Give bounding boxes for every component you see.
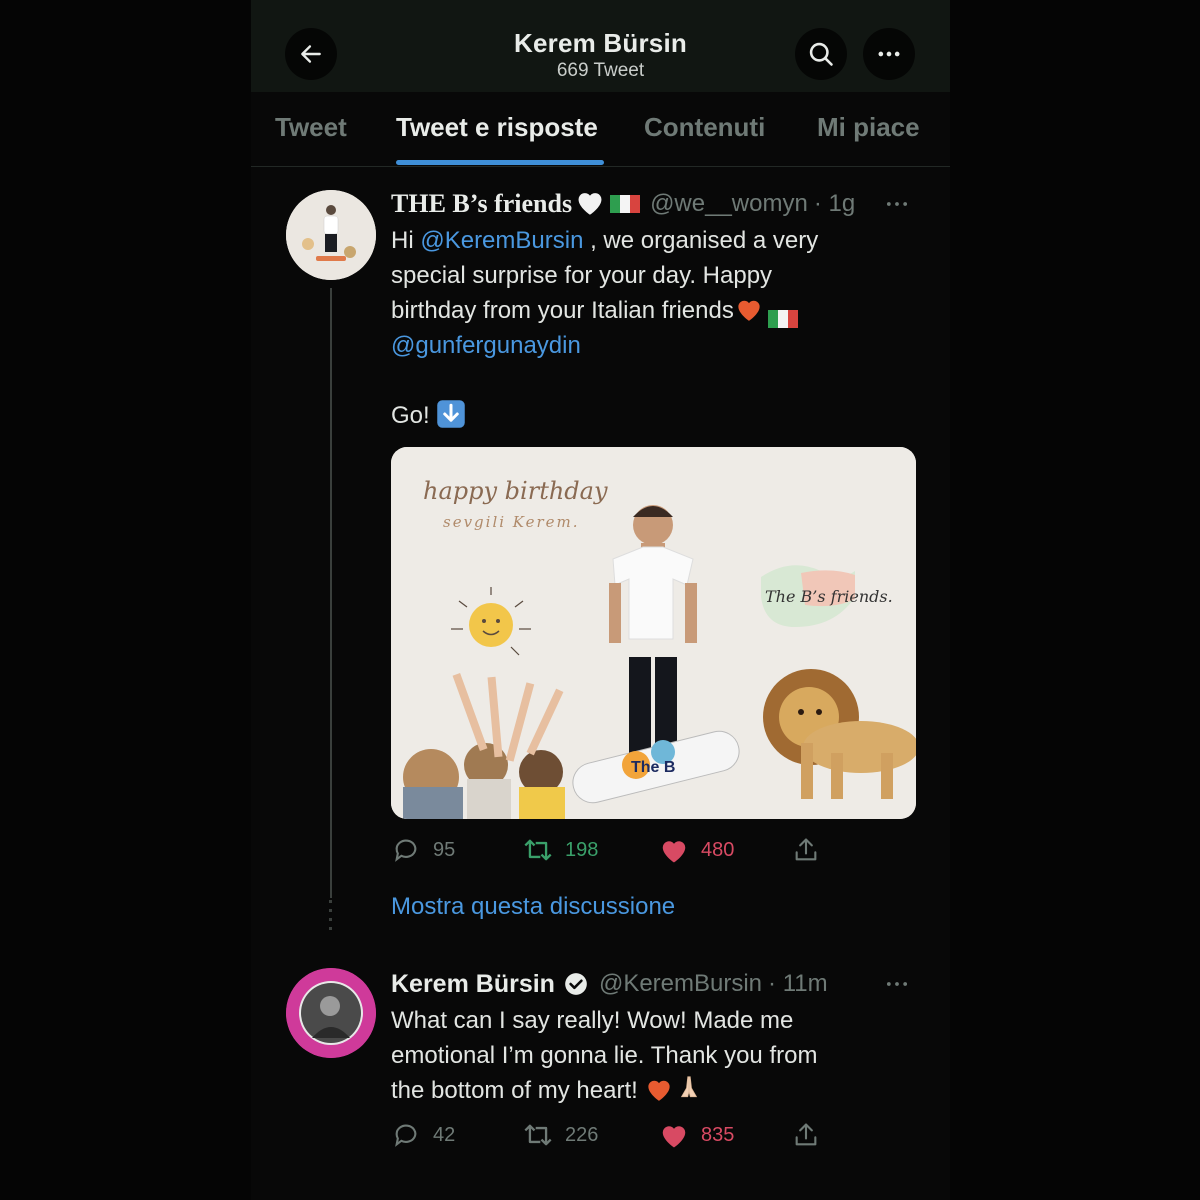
divider — [251, 166, 950, 167]
retweet-icon — [523, 1120, 553, 1150]
avatar-image — [286, 968, 376, 1058]
share-button[interactable] — [791, 1117, 833, 1153]
like-button[interactable]: 480 — [659, 832, 734, 868]
author-handle[interactable]: @we__womyn — [650, 190, 808, 218]
image-title-line2: sevgili Kerem. — [443, 513, 580, 531]
share-button[interactable] — [791, 832, 833, 868]
reply-button[interactable]: 95 — [391, 832, 455, 868]
tweet-text: Hi @KeremBursin , we organised a very sp… — [391, 227, 819, 429]
italy-flag-icon — [610, 195, 641, 213]
tweet-image[interactable]: The B happy birthday sevgili Kerem. The … — [391, 447, 916, 819]
active-tab-indicator — [396, 160, 604, 165]
heart-icon — [659, 1120, 689, 1150]
image-title-line1: happy birthday — [423, 477, 608, 505]
share-icon — [791, 835, 821, 865]
tweet-more-button[interactable] — [883, 190, 911, 223]
profile-header: Kerem Bürsin 669 Tweet — [251, 0, 950, 92]
italy-flag-icon — [767, 303, 798, 328]
reply-icon — [391, 835, 421, 865]
mention-link[interactable]: @KeremBursin — [420, 227, 583, 254]
search-icon — [809, 42, 833, 66]
tweet-time: · 1g — [813, 190, 856, 217]
author-name[interactable]: Kerem Bürsin — [391, 970, 555, 999]
like-button[interactable]: 835 — [659, 1117, 734, 1153]
retweet-button[interactable]: 226 — [523, 1117, 598, 1153]
skate-text: The B — [631, 759, 675, 776]
verified-badge-icon — [563, 971, 589, 997]
tweet-actions: 42 226 835 — [391, 1117, 851, 1153]
avatar-image — [286, 190, 376, 280]
avatar[interactable] — [286, 968, 376, 1058]
image-logo-text: The B’s friends. — [765, 587, 893, 606]
thread-connector — [329, 900, 333, 936]
tweet-header: THE B’s friends @we__womyn · 1g — [391, 186, 911, 222]
like-count: 480 — [701, 838, 735, 861]
more-icon — [886, 202, 908, 206]
more-button[interactable] — [863, 28, 915, 80]
like-count: 835 — [701, 1123, 735, 1146]
tab-mi-piace[interactable]: Mi piace — [817, 112, 920, 143]
tweet-time: · 11m — [768, 970, 828, 997]
retweet-count: 226 — [565, 1123, 599, 1146]
share-icon — [791, 1120, 821, 1150]
search-button[interactable] — [795, 28, 847, 80]
down-arrow-icon — [436, 400, 466, 429]
retweet-icon — [523, 835, 553, 865]
tweet-header: Kerem Bürsin @KeremBursin · 11m — [391, 966, 911, 1002]
author-handle[interactable]: @KeremBursin — [599, 970, 762, 998]
white-heart-icon — [574, 188, 606, 221]
retweet-count: 198 — [565, 838, 599, 861]
retweet-button[interactable]: 198 — [523, 832, 598, 868]
orange-heart-icon — [644, 1077, 674, 1104]
reply-count: 42 — [433, 1123, 456, 1146]
avatar[interactable] — [286, 190, 376, 280]
author-name[interactable]: THE B’s friends — [391, 189, 572, 219]
more-icon — [878, 51, 900, 57]
show-thread-link[interactable]: Mostra questa discussione — [391, 893, 675, 921]
mention-link[interactable]: @gunfergunaydin — [391, 332, 581, 359]
tweet-text: What can I say really! Wow! Made me emot… — [391, 1007, 818, 1104]
tab-tweet-e-risposte[interactable]: Tweet e risposte — [396, 112, 598, 143]
thread-line — [330, 288, 332, 898]
reply-icon — [391, 1120, 421, 1150]
phone-screen: Kerem Bürsin 669 Tweet Tweet Tweet e ris… — [251, 0, 950, 1200]
heart-icon — [659, 835, 689, 865]
folded-hands-icon — [674, 1076, 704, 1104]
tab-contenuti[interactable]: Contenuti — [644, 112, 765, 143]
tab-tweet[interactable]: Tweet — [275, 112, 347, 143]
more-icon — [886, 982, 908, 986]
reply-count: 95 — [433, 838, 456, 861]
reply-button[interactable]: 42 — [391, 1117, 455, 1153]
tweet-actions: 95 198 480 — [391, 832, 851, 868]
orange-heart-icon — [734, 297, 764, 324]
tweet-more-button[interactable] — [883, 970, 911, 1003]
profile-tabs: Tweet Tweet e risposte Contenuti Mi piac… — [251, 92, 950, 168]
